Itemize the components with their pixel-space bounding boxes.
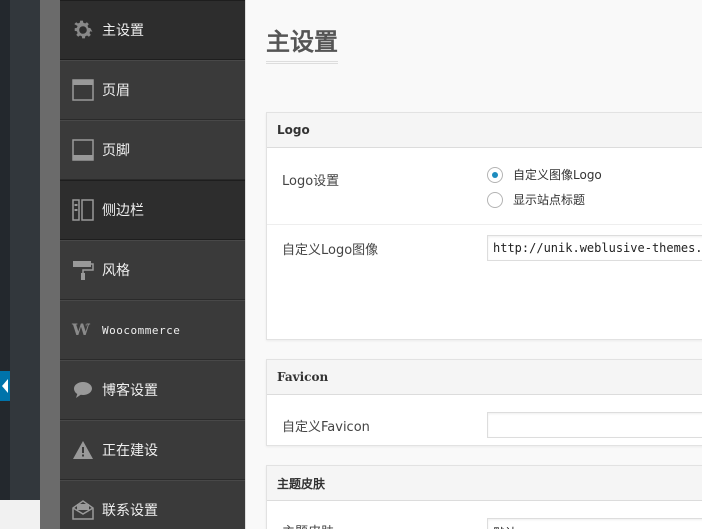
custom-favicon-label: 自定义Favicon <box>282 420 370 435</box>
current-menu-pointer <box>0 371 10 401</box>
sidebar-item-label: 侧边栏 <box>102 203 144 219</box>
sidebar-layout-icon <box>70 197 96 223</box>
logo-setting-row: Logo设置 自定义图像Logo 显示站点标题 <box>267 148 702 225</box>
paint-roller-icon <box>70 257 96 283</box>
logo-section-heading: Logo <box>267 113 702 148</box>
sidebar-item-header[interactable]: 页眉 <box>60 60 245 120</box>
sidebar-item-label: 联系设置 <box>102 503 158 519</box>
page-title: 主设置 <box>266 22 338 64</box>
woocommerce-icon: W ' <box>70 317 96 343</box>
theme-skin-section: 主题皮肤 主题皮肤 默认 <box>266 465 702 529</box>
sidebar-item-contact-settings[interactable]: 联系设置 <box>60 480 245 529</box>
gear-icon <box>70 17 96 43</box>
sidebar-item-maintenance[interactable]: 正在建设 <box>60 420 245 480</box>
sidebar-item-label: 正在建设 <box>102 443 158 459</box>
custom-logo-row: 自定义Logo图像 http://unik.weblusive-themes.c… <box>267 225 702 339</box>
sidebar-item-label: 风格 <box>102 263 130 279</box>
favicon-section-heading: Favicon <box>267 360 702 395</box>
sidebar-item-label: 页眉 <box>102 83 130 99</box>
header-layout-icon <box>70 77 96 103</box>
sidebar-item-label: 主设置 <box>102 23 144 39</box>
admin-menu-column <box>10 0 40 500</box>
custom-logo-url-input[interactable]: http://unik.weblusive-themes.com/wp-cont… <box>487 235 702 261</box>
sidebar-item-footer[interactable]: 页脚 <box>60 120 245 180</box>
envelope-icon <box>70 497 96 523</box>
sidebar-item-main-settings[interactable]: 主设置 <box>60 0 245 60</box>
logo-section: Logo Logo设置 自定义图像Logo 显示站点标题 自定义Logo图像 h… <box>266 112 702 340</box>
admin-menu-bottom <box>0 500 40 529</box>
radio-label: 显示站点标题 <box>513 193 586 207</box>
favicon-section: Favicon 自定义Favicon <box>266 359 702 446</box>
wp-admin-menu-strip <box>0 0 40 529</box>
custom-favicon-row: 自定义Favicon <box>267 395 702 445</box>
show-site-title-radio[interactable]: 显示站点标题 <box>487 191 585 208</box>
sidebar-edge <box>40 0 60 529</box>
custom-logo-label: 自定义Logo图像 <box>282 243 379 258</box>
custom-favicon-input[interactable] <box>487 412 702 438</box>
theme-skin-label: 主题皮肤 <box>282 521 334 529</box>
settings-panel: 主设置 Logo Logo设置 自定义图像Logo 显示站点标题 自定义Logo… <box>245 0 702 529</box>
theme-skin-row: 主题皮肤 默认 <box>267 501 702 529</box>
svg-text:W: W <box>71 320 91 339</box>
sidebar-item-label: 博客设置 <box>102 383 158 399</box>
sidebar-item-blog-settings[interactable]: 博客设置 <box>60 360 245 420</box>
sidebar-item-style[interactable]: 风格 <box>60 240 245 300</box>
custom-image-logo-radio[interactable]: 自定义图像Logo <box>487 166 602 183</box>
sidebar-item-label: 页脚 <box>102 143 130 159</box>
sidebar-item-woocommerce[interactable]: W ' Woocommerce <box>60 300 245 360</box>
radio-checked-icon <box>487 166 503 183</box>
theme-skin-section-heading: 主题皮肤 <box>267 466 702 501</box>
speech-bubble-icon <box>70 377 96 403</box>
footer-layout-icon <box>70 137 96 163</box>
svg-text:': ' <box>85 323 87 332</box>
theme-skin-select[interactable]: 默认 <box>487 518 702 529</box>
logo-setting-label: Logo设置 <box>282 174 340 189</box>
sidebar-item-sidebar[interactable]: 侧边栏 <box>60 180 245 240</box>
warning-icon <box>70 437 96 463</box>
sidebar-item-label: Woocommerce <box>102 323 181 337</box>
radio-label: 自定义图像Logo <box>513 168 602 182</box>
radio-unchecked-icon <box>487 191 503 208</box>
options-sidebar: 主设置 页眉 页脚 侧边栏 风格 W ' Woocommerce 博客设置 正在… <box>40 0 245 529</box>
